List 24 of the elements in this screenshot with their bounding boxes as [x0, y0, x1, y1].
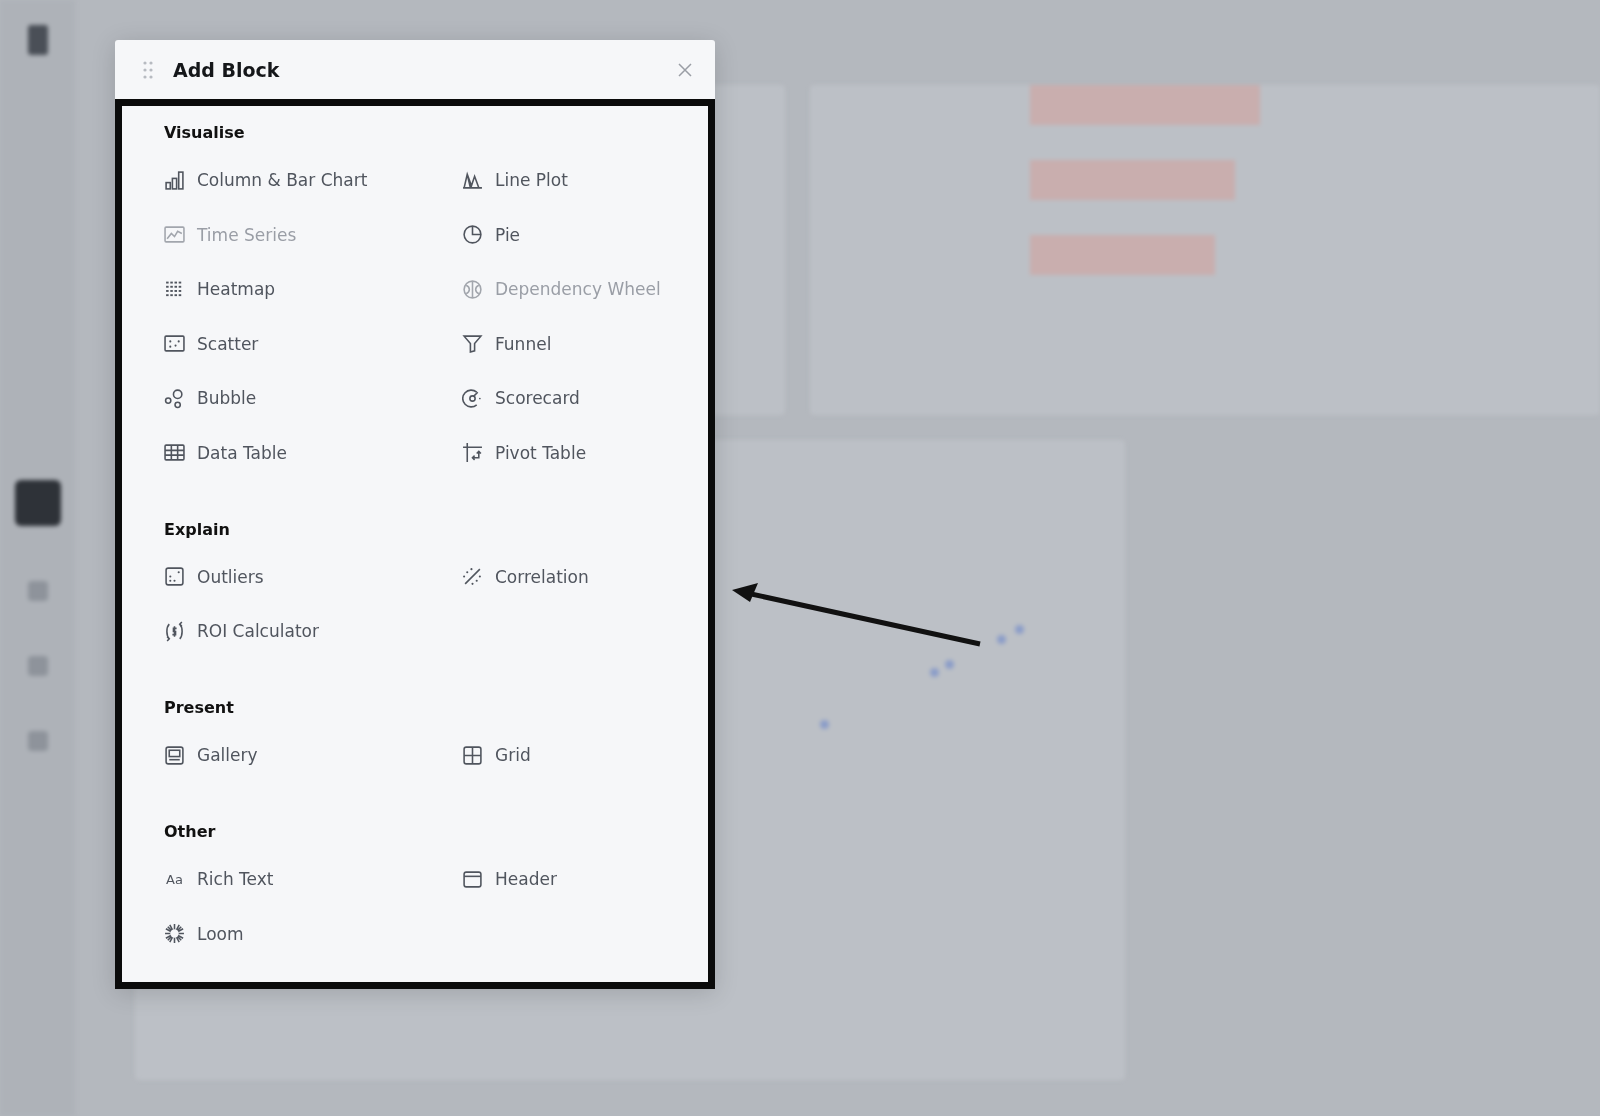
block-option[interactable]: Bubble — [164, 384, 257, 412]
section-heading: Present — [164, 699, 234, 717]
block-option[interactable]: Line Plot — [462, 166, 568, 194]
block-option[interactable]: Gallery — [164, 741, 258, 769]
block-option[interactable]: Column & Bar Chart — [164, 166, 368, 194]
block-option[interactable]: Correlation — [462, 562, 589, 591]
block-option[interactable]: Aa Rich Text — [164, 865, 274, 893]
block-option[interactable]: Data Table — [164, 438, 287, 467]
block-option[interactable]: Scorecard — [462, 384, 580, 412]
block-option[interactable]: ROI Calculator — [164, 617, 319, 645]
section-heading: Explain — [164, 520, 230, 539]
block-option[interactable]: Grid — [462, 741, 531, 769]
block-option[interactable]: Pie — [462, 220, 521, 249]
dialog-title: Add Block — [173, 58, 281, 81]
block-option[interactable]: Pivot Table — [462, 438, 587, 467]
block-option[interactable]: Loom — [164, 919, 244, 948]
section-heading: Other — [164, 823, 216, 841]
block-option[interactable]: Outliers — [164, 562, 264, 591]
text-icon: Aa — [164, 871, 185, 887]
block-option[interactable]: Heatmap — [164, 275, 276, 303]
block-option[interactable]: Funnel — [462, 329, 552, 358]
section-heading: Visualise — [164, 124, 245, 142]
block-option[interactable]: Scatter — [164, 329, 259, 358]
block-option[interactable]: Header — [462, 865, 557, 893]
